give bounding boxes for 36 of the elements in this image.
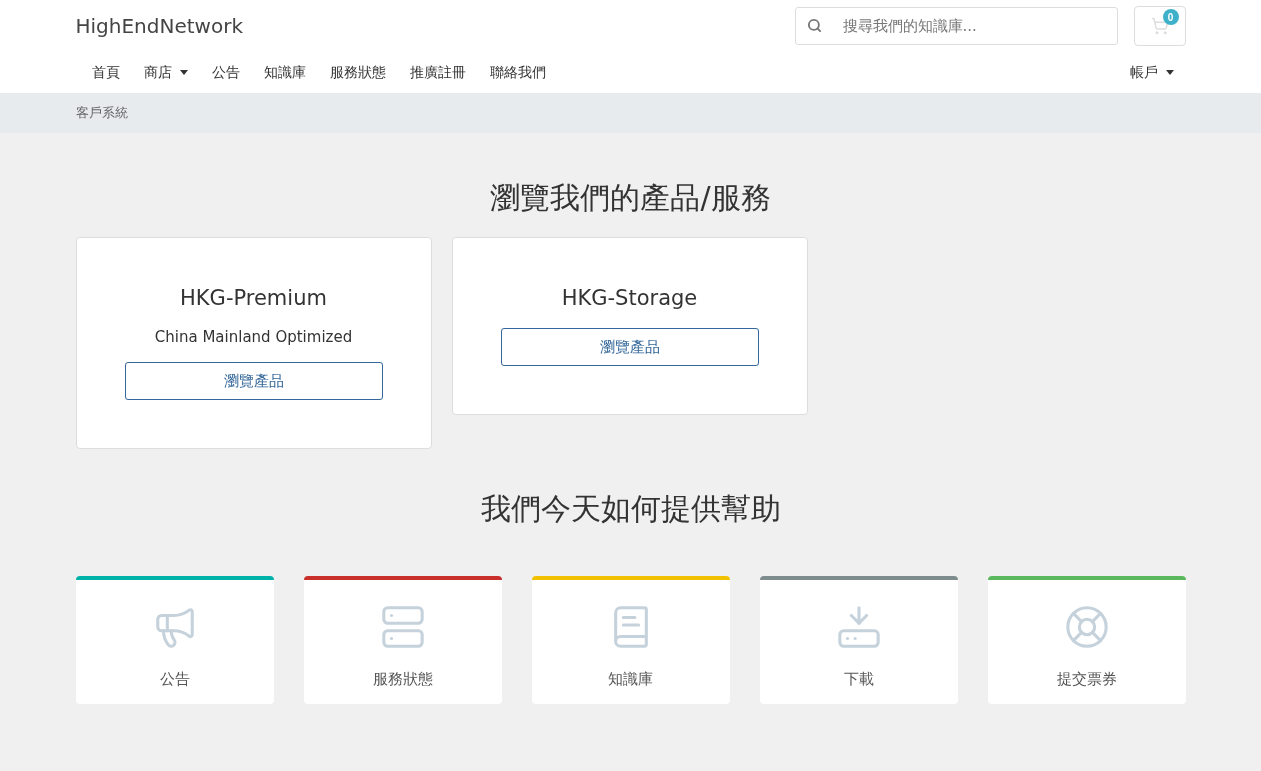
product-name: HKG-Premium bbox=[180, 286, 327, 310]
lifebuoy-icon bbox=[1063, 604, 1110, 650]
product-tagline: China Mainland Optimized bbox=[154, 328, 353, 346]
help-card[interactable]: 服務狀態 bbox=[303, 576, 502, 704]
help-heading: 我們今天如何提供幫助 bbox=[479, 490, 782, 528]
products-heading: 瀏覽我們的產品/服務 bbox=[489, 179, 772, 217]
nav-link[interactable]: 聯絡我們 bbox=[477, 63, 558, 82]
nav-link[interactable]: 首頁 bbox=[75, 63, 132, 82]
help-card[interactable]: 公告 bbox=[75, 576, 274, 704]
product-name: HKG-Storage bbox=[561, 286, 698, 310]
download-icon bbox=[835, 604, 882, 650]
browse-products-button[interactable]: 瀏覽產品 bbox=[500, 328, 759, 366]
nav-link[interactable]: 服務狀態 bbox=[317, 63, 398, 82]
nav-link[interactable]: 公告 bbox=[199, 63, 252, 82]
nav-link[interactable]: 推廣註冊 bbox=[397, 63, 478, 82]
help-card-label: 知識庫 bbox=[608, 670, 653, 689]
server-icon bbox=[379, 604, 426, 650]
cart-icon bbox=[1150, 17, 1169, 35]
search-field[interactable]: 搜尋我們的知識庫... bbox=[794, 7, 1118, 45]
caret-icon bbox=[179, 70, 188, 75]
search-icon bbox=[806, 18, 822, 33]
browse-products-button[interactable]: 瀏覽產品 bbox=[124, 362, 383, 400]
help-card-label: 公告 bbox=[159, 670, 190, 689]
help-card[interactable]: 提交票券 bbox=[987, 576, 1186, 704]
nav-link[interactable]: 知識庫 bbox=[251, 63, 318, 82]
help-card[interactable]: 知識庫 bbox=[531, 576, 730, 704]
breadcrumb-item: 客戶系統 bbox=[75, 104, 128, 122]
cart-count-badge: 0 bbox=[1162, 9, 1179, 25]
help-card-label: 提交票券 bbox=[1056, 670, 1117, 689]
help-card-label: 下載 bbox=[843, 670, 874, 689]
account-menu[interactable]: 帳戶 bbox=[1117, 63, 1186, 82]
brand-logo[interactable]: HighEndNetwork bbox=[75, 14, 795, 38]
help-card-label: 服務狀態 bbox=[372, 670, 433, 689]
nav-link[interactable]: 商店 bbox=[131, 63, 200, 82]
caret-icon bbox=[1165, 70, 1174, 75]
help-card[interactable]: 下載 bbox=[759, 576, 958, 704]
